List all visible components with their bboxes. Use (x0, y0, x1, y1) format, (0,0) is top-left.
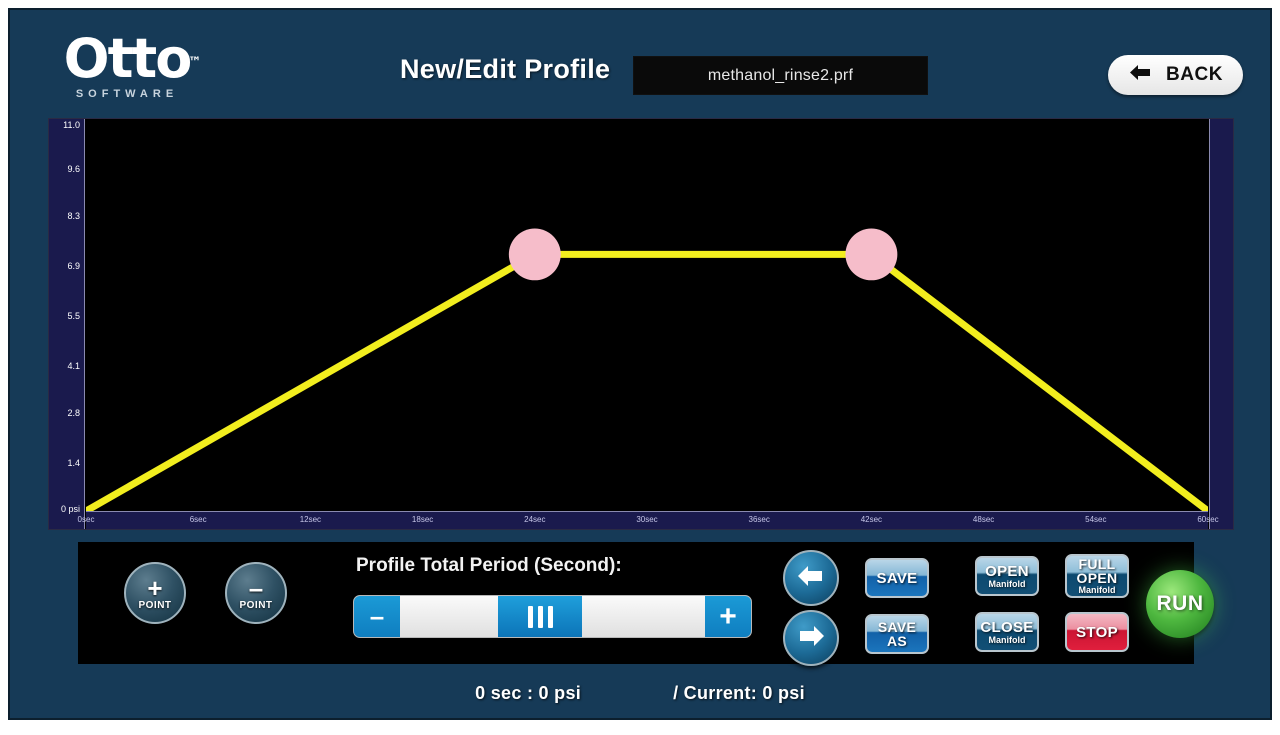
x-axis-tick-label: 36sec (748, 515, 770, 524)
x-axis-tick-label: 24sec (524, 515, 546, 524)
y-axis-tick-label: 1.4 (67, 457, 80, 468)
arrow-left-circle-icon (796, 563, 826, 594)
chart-y-axis: 0 psi 1.4 2.8 4.1 5.5 6.9 8.3 9.6 11.0 (49, 119, 85, 529)
selected-point-readout: 0 sec : 0 psi (475, 682, 582, 703)
x-axis-tick-label: 54sec (1085, 515, 1107, 524)
y-axis-tick-label: 11.0 (63, 120, 80, 130)
y-axis-tick-label: 6.9 (67, 260, 80, 271)
profile-control-point[interactable] (845, 228, 898, 281)
page-title: New/Edit Profile (400, 54, 611, 84)
back-button[interactable]: BACK (1108, 55, 1243, 95)
plus-icon: + (147, 573, 163, 603)
header-bar: Otto ™ SOFTWARE New/Edit Profile methano… (10, 10, 1270, 116)
close-manifold-label: CLOSE (980, 618, 1034, 636)
control-panel: + POINT – POINT Profile Total Period (Se… (78, 542, 1214, 666)
profile-filename-field[interactable]: methanol_rinse2.prf (633, 56, 928, 95)
save-as-line2: AS (886, 633, 908, 649)
slider-decrease-button[interactable]: – (354, 596, 400, 637)
slider-thumb[interactable] (498, 596, 583, 637)
full-open-line1: FULL (1078, 556, 1116, 572)
x-axis-tick-label: 60sec (1197, 515, 1219, 524)
otto-software-logo: Otto ™ SOFTWARE (42, 32, 212, 101)
logo-word-text: Otto (63, 27, 193, 90)
x-axis-tick-label: 12sec (299, 515, 322, 524)
x-axis-tick-label: 42sec (860, 515, 883, 524)
remove-point-label: POINT (239, 600, 273, 611)
profile-total-period-label: Profile Total Period (Second): (356, 555, 622, 576)
close-manifold-button[interactable]: CLOSE Manifold (975, 612, 1039, 652)
run-button[interactable]: RUN (1146, 570, 1214, 638)
y-axis-tick-label: 9.6 (67, 164, 80, 175)
save-as-line1: SAVE (877, 619, 917, 635)
y-axis-tick-label: 2.8 (67, 407, 80, 418)
add-point-button[interactable]: + POINT (124, 562, 186, 624)
y-axis-tick-label: 4.1 (67, 361, 80, 372)
x-axis-tick-label: 48sec (972, 515, 995, 524)
save-button-label: SAVE (876, 569, 918, 587)
y-axis-tick-label: 8.3 (67, 210, 80, 221)
slider-increase-button[interactable]: + (705, 596, 751, 637)
logo-wordmark: Otto ™ (64, 32, 202, 86)
close-manifold-sublabel: Manifold (988, 634, 1026, 645)
y-axis-tick-label: 5.5 (67, 311, 80, 321)
minus-icon: – (248, 573, 264, 603)
open-manifold-label: OPEN (985, 562, 1029, 580)
x-axis-tick-label: 18sec (411, 515, 434, 524)
grip-bar-icon (537, 605, 543, 628)
profile-line-svg (86, 228, 1208, 511)
profile-control-point[interactable] (508, 228, 561, 281)
pressure-profile-chart[interactable]: 0 psi 1.4 2.8 4.1 5.5 6.9 8.3 9.6 11.0 0sec 6sec 1… (48, 118, 1234, 530)
current-pressure-readout: / Current: 0 psi (673, 682, 805, 703)
remove-point-button[interactable]: – POINT (225, 562, 287, 624)
chart-right-strip (1209, 119, 1233, 529)
run-button-label: RUN (1156, 592, 1204, 615)
full-open-line2: OPEN (1076, 570, 1118, 586)
status-bar: 0 sec : 0 psi / Current: 0 psi (10, 672, 1270, 714)
open-manifold-button[interactable]: OPEN Manifold (975, 556, 1039, 596)
grip-bar-icon (527, 605, 533, 628)
chart-x-axis: 0sec 6sec 12sec 18sec 24sec 30sec 36sec 42sec 48… (78, 511, 1219, 529)
x-axis-tick-label: 0sec (77, 515, 95, 524)
add-point-label: POINT (138, 600, 172, 611)
x-axis-tick-label: 6sec (189, 515, 207, 524)
arrow-left-icon (1128, 63, 1154, 88)
next-point-button[interactable] (783, 610, 839, 666)
x-axis-tick-label: 30sec (636, 515, 658, 524)
save-as-button[interactable]: SAVE AS (865, 614, 929, 654)
previous-point-button[interactable] (783, 550, 839, 606)
full-open-sublabel: Manifold (1078, 585, 1116, 595)
grip-bar-icon (547, 605, 553, 628)
trademark-icon: ™ (188, 55, 202, 70)
chart-plot-area[interactable] (86, 119, 1208, 511)
profile-total-period-slider[interactable]: – + (353, 595, 752, 638)
slider-track[interactable] (400, 596, 705, 637)
profile-line (86, 254, 1208, 511)
back-button-label: BACK (1166, 64, 1223, 85)
stop-button[interactable]: STOP (1065, 612, 1129, 652)
application-window: Otto ™ SOFTWARE New/Edit Profile methano… (8, 8, 1272, 720)
full-open-manifold-button[interactable]: FULL OPEN Manifold (1065, 554, 1129, 598)
stop-button-label: STOP (1076, 623, 1118, 641)
open-manifold-sublabel: Manifold (988, 578, 1026, 589)
profile-filename-value: methanol_rinse2.prf (707, 66, 854, 84)
arrow-right-circle-icon (796, 623, 826, 654)
save-button[interactable]: SAVE (865, 558, 929, 598)
y-axis-tick-label: 0 psi (60, 504, 80, 514)
